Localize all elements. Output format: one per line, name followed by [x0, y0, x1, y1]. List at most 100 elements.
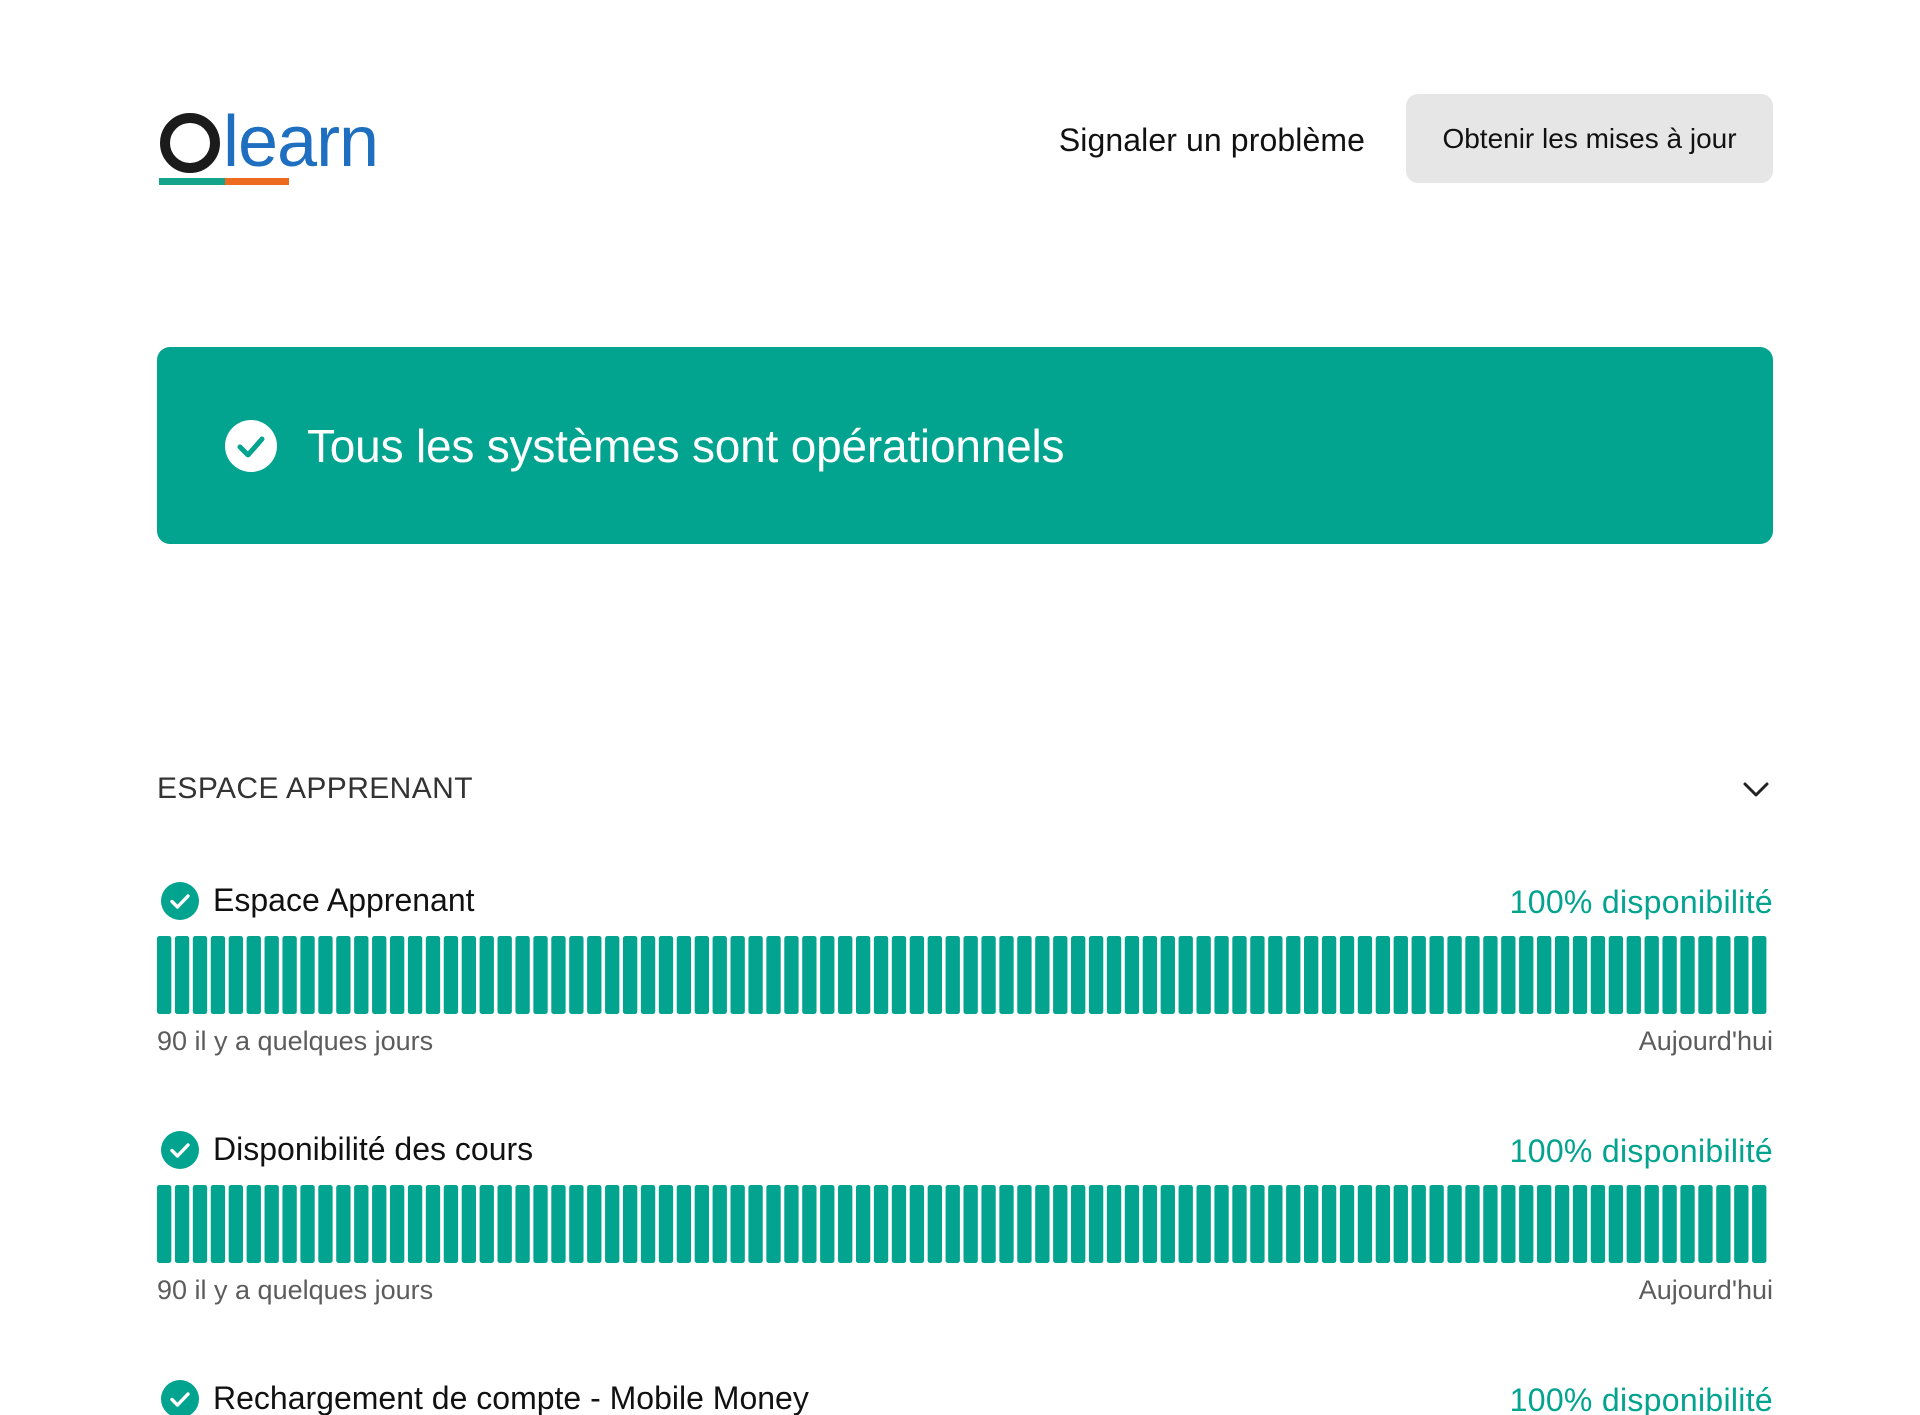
uptime-day-bar[interactable]	[1644, 1185, 1659, 1263]
uptime-day-bar[interactable]	[1501, 1185, 1516, 1263]
uptime-day-bar[interactable]	[157, 936, 172, 1014]
uptime-day-bar[interactable]	[551, 1185, 566, 1263]
uptime-day-bar[interactable]	[318, 1185, 333, 1263]
uptime-day-bar[interactable]	[873, 936, 889, 1014]
uptime-day-bar[interactable]	[784, 936, 799, 1014]
uptime-day-bar[interactable]	[1662, 936, 1677, 1014]
uptime-day-bar[interactable]	[1662, 1185, 1677, 1263]
uptime-day-bar[interactable]	[1071, 936, 1086, 1014]
uptime-day-bar[interactable]	[1608, 936, 1624, 1014]
uptime-day-bar[interactable]	[1268, 936, 1283, 1014]
uptime-day-bar[interactable]	[1411, 1185, 1426, 1263]
uptime-day-bar[interactable]	[1734, 936, 1749, 1014]
uptime-day-bar[interactable]	[873, 1185, 889, 1263]
uptime-day-bar[interactable]	[891, 1185, 907, 1263]
uptime-day-bar[interactable]	[1698, 936, 1713, 1014]
section-header[interactable]: ESPACE APPRENANT	[157, 770, 1773, 810]
uptime-day-bar[interactable]	[1429, 1185, 1444, 1263]
uptime-day-bar[interactable]	[1178, 1185, 1193, 1263]
uptime-day-bar[interactable]	[1142, 936, 1158, 1014]
uptime-day-bar[interactable]	[1393, 936, 1408, 1014]
uptime-day-bar[interactable]	[300, 936, 315, 1014]
uptime-day-bar[interactable]	[1178, 936, 1193, 1014]
uptime-day-bar[interactable]	[1286, 936, 1301, 1014]
uptime-day-bar[interactable]	[855, 1185, 871, 1263]
uptime-day-bar[interactable]	[891, 936, 907, 1014]
uptime-day-bar[interactable]	[1304, 1185, 1319, 1263]
uptime-day-bar[interactable]	[945, 1185, 960, 1263]
uptime-day-bar[interactable]	[389, 1185, 405, 1263]
uptime-day-bar[interactable]	[336, 936, 351, 1014]
uptime-day-bar[interactable]	[443, 1185, 459, 1263]
uptime-day-bar[interactable]	[1483, 936, 1498, 1014]
uptime-day-bar[interactable]	[1214, 1185, 1229, 1263]
uptime-day-bar[interactable]	[1411, 936, 1426, 1014]
uptime-day-bar[interactable]	[210, 1185, 226, 1263]
uptime-day-bar[interactable]	[622, 1185, 638, 1263]
uptime-day-bar[interactable]	[963, 1185, 978, 1263]
uptime-day-bar[interactable]	[1590, 936, 1606, 1014]
uptime-day-bar[interactable]	[927, 936, 942, 1014]
uptime-day-bar[interactable]	[372, 1185, 387, 1263]
uptime-day-bar[interactable]	[192, 1185, 208, 1263]
report-problem-link[interactable]: Signaler un problème	[1059, 122, 1365, 159]
uptime-day-bar[interactable]	[1590, 1185, 1606, 1263]
uptime-day-bar[interactable]	[838, 1185, 853, 1263]
uptime-day-bar[interactable]	[1608, 1185, 1624, 1263]
uptime-day-bar[interactable]	[300, 1185, 315, 1263]
uptime-day-bar[interactable]	[407, 1185, 423, 1263]
uptime-day-bar[interactable]	[174, 1185, 190, 1263]
uptime-day-bar[interactable]	[551, 936, 566, 1014]
uptime-day-bar[interactable]	[407, 936, 423, 1014]
uptime-day-bar[interactable]	[1680, 936, 1695, 1014]
uptime-day-bar[interactable]	[1752, 936, 1767, 1014]
uptime-day-bar[interactable]	[1357, 936, 1373, 1014]
uptime-day-bar[interactable]	[1375, 936, 1391, 1014]
uptime-day-bar[interactable]	[1304, 936, 1319, 1014]
uptime-day-bar[interactable]	[855, 936, 871, 1014]
uptime-day-bar[interactable]	[246, 936, 261, 1014]
uptime-day-bar[interactable]	[1286, 1185, 1301, 1263]
uptime-day-bar[interactable]	[1106, 1185, 1122, 1263]
uptime-day-bar[interactable]	[766, 1185, 781, 1263]
uptime-day-bar[interactable]	[1071, 1185, 1086, 1263]
uptime-day-bar[interactable]	[1447, 936, 1462, 1014]
uptime-day-bar[interactable]	[640, 936, 656, 1014]
olearn-logo[interactable]: learn	[157, 104, 417, 190]
uptime-day-bar[interactable]	[1465, 1185, 1480, 1263]
uptime-day-bar[interactable]	[730, 936, 745, 1014]
uptime-day-bar[interactable]	[945, 936, 960, 1014]
uptime-day-bar[interactable]	[425, 1185, 441, 1263]
uptime-day-bar[interactable]	[748, 1185, 763, 1263]
uptime-day-bar[interactable]	[1250, 1185, 1265, 1263]
uptime-day-bar[interactable]	[1196, 936, 1211, 1014]
uptime-day-bar[interactable]	[1214, 936, 1229, 1014]
get-updates-button[interactable]: Obtenir les mises à jour	[1406, 94, 1773, 183]
uptime-day-bar[interactable]	[282, 936, 297, 1014]
uptime-day-bar[interactable]	[838, 936, 853, 1014]
uptime-day-bar[interactable]	[712, 936, 727, 1014]
uptime-day-bar[interactable]	[802, 1185, 817, 1263]
uptime-day-bar[interactable]	[1572, 936, 1588, 1014]
uptime-day-bar[interactable]	[909, 936, 925, 1014]
uptime-day-bar[interactable]	[1124, 936, 1140, 1014]
uptime-day-bar[interactable]	[425, 936, 441, 1014]
uptime-day-bar[interactable]	[1626, 1185, 1641, 1263]
uptime-day-bar[interactable]	[264, 936, 279, 1014]
uptime-day-bar[interactable]	[640, 1185, 656, 1263]
uptime-day-bar[interactable]	[318, 936, 333, 1014]
uptime-day-bar[interactable]	[1196, 1185, 1211, 1263]
uptime-day-bar[interactable]	[963, 936, 978, 1014]
uptime-day-bar[interactable]	[1554, 936, 1570, 1014]
uptime-day-bar[interactable]	[605, 1185, 620, 1263]
uptime-day-bar[interactable]	[694, 936, 709, 1014]
uptime-day-bar[interactable]	[587, 1185, 602, 1263]
uptime-day-bar[interactable]	[1519, 1185, 1534, 1263]
uptime-day-bar[interactable]	[676, 1185, 692, 1263]
uptime-day-bar[interactable]	[282, 1185, 297, 1263]
uptime-day-bar[interactable]	[1572, 1185, 1588, 1263]
uptime-day-bar[interactable]	[1124, 1185, 1140, 1263]
uptime-day-bar[interactable]	[1716, 936, 1731, 1014]
uptime-day-bar[interactable]	[1053, 936, 1068, 1014]
uptime-day-bar[interactable]	[210, 936, 226, 1014]
